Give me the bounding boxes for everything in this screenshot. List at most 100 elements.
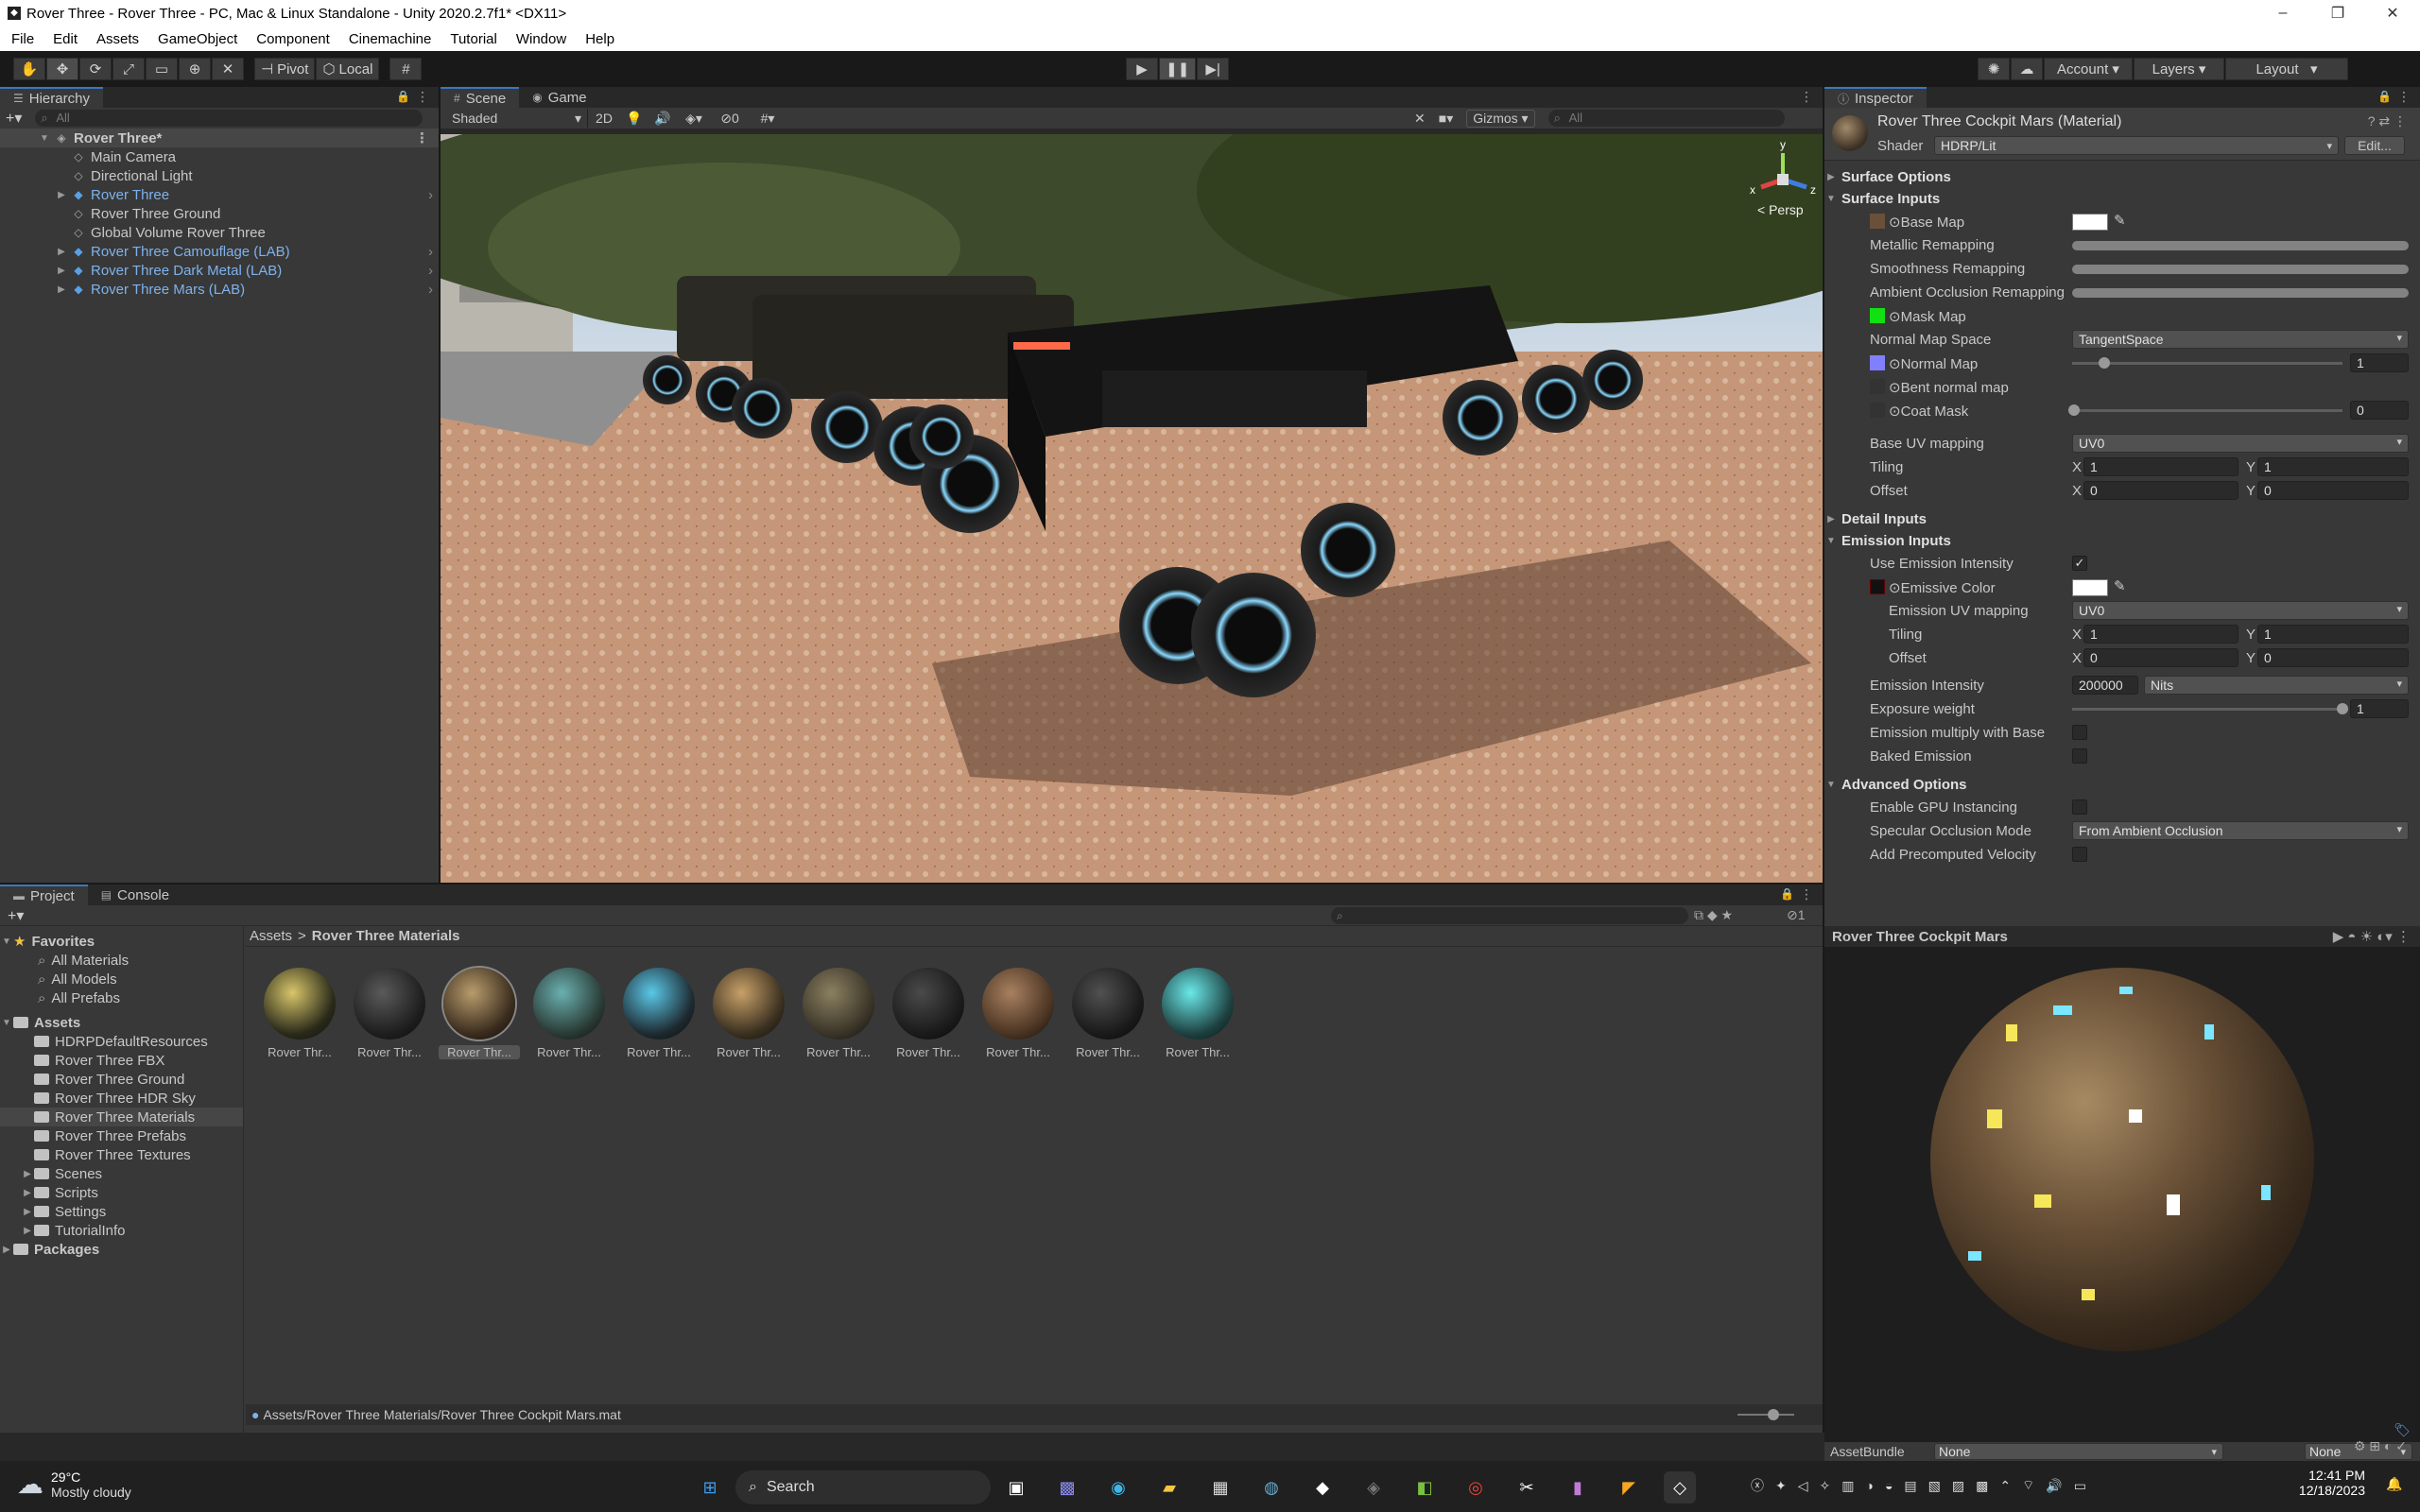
emission-tiling-x-field[interactable]: 1 (2083, 625, 2238, 644)
clipchamp-icon[interactable]: ▮ (1562, 1471, 1594, 1503)
add-icon[interactable]: +▾ (6, 109, 22, 128)
pivot-button[interactable]: ⊣ Pivot (254, 58, 316, 80)
favorite-item[interactable]: ⌕ All Models (0, 970, 243, 988)
folder-item[interactable]: ▶ TutorialInfo (0, 1221, 243, 1240)
tiling-x-field[interactable]: 1 (2083, 457, 2238, 476)
kebab-menu-icon[interactable]: ⋮ (2397, 89, 2411, 105)
emission-uv-dropdown[interactable]: UV0 (2072, 601, 2409, 620)
tab-console[interactable]: ▤ Console (88, 885, 182, 905)
battery-icon[interactable]: ▭ (2074, 1478, 2086, 1494)
taskbar-search[interactable]: ⌕ Search (735, 1470, 991, 1504)
weather-widget[interactable]: ☁ 29°C Mostly cloudy (17, 1469, 131, 1500)
persp-label[interactable]: < Persp (1757, 202, 1804, 217)
thumbnail-size-knob[interactable] (1768, 1409, 1779, 1420)
folder-item[interactable]: Rover Three Ground (0, 1070, 243, 1089)
advanced-options-foldout[interactable]: ▼ Advanced Options (1824, 774, 2420, 796)
tab-hierarchy[interactable]: ☰ Hierarchy (0, 87, 103, 108)
shader-dropdown[interactable]: HDRP/Lit (1934, 136, 2339, 155)
account-dropdown[interactable]: Account ▾ (2044, 58, 2133, 80)
tray-app-icon[interactable]: ▧ (1928, 1478, 1941, 1494)
folder-item[interactable]: ▶ Settings (0, 1202, 243, 1221)
favorites-row[interactable]: ▼ ★ Favorites (0, 932, 243, 951)
material-asset[interactable]: Rover Thr... (1157, 968, 1238, 1059)
metallic-slider[interactable] (2072, 241, 2409, 250)
folder-item[interactable]: ▶ Scenes (0, 1164, 243, 1183)
emission-intensity-field[interactable]: 200000 (2072, 676, 2138, 695)
collapsed-arrow-icon[interactable]: ▶ (55, 266, 68, 276)
use-emission-intensity-checkbox[interactable]: ✓ (2072, 556, 2087, 571)
folder-item[interactable]: Rover Three Prefabs (0, 1126, 243, 1145)
close-button[interactable]: ✕ (2365, 4, 2420, 23)
menu-help[interactable]: Help (574, 31, 622, 47)
xbox-icon[interactable]: ⓧ (1751, 1476, 1764, 1495)
hidden-packages-toggle[interactable]: ⊘1 (1787, 907, 1806, 923)
header-icons[interactable]: ? ⇄ ⋮ (2368, 113, 2407, 129)
grid-snap-icon[interactable]: # (389, 58, 423, 80)
exposure-weight-knob[interactable] (2337, 703, 2348, 714)
material-asset[interactable]: Rover Thr... (1067, 968, 1149, 1059)
smoothness-slider[interactable] (2072, 265, 2409, 274)
normal-scale-knob[interactable] (2099, 357, 2110, 369)
hidden-objects-toggle[interactable]: ⊘0 (711, 111, 749, 127)
breadcrumb-current[interactable]: Rover Three Materials (312, 928, 460, 944)
lock-icon[interactable]: 🔒 (2377, 90, 2392, 103)
custom-tool-icon[interactable]: ✕ (212, 58, 244, 80)
tiling-y-field[interactable]: 1 (2257, 457, 2409, 476)
scene-root-row[interactable]: ▼ ◈ Rover Three* ⋮ (0, 129, 439, 147)
base-color-swatch[interactable] (2072, 214, 2108, 231)
vs-icon[interactable]: ◁ (1798, 1478, 1808, 1494)
wifi-icon[interactable]: ⌔ (2022, 1477, 2034, 1494)
preview-controls[interactable]: ▶ ◓ ☀ ◐▾ ⋮ (2333, 928, 2411, 945)
clock[interactable]: 12:41 PM 12/18/2023 (2280, 1468, 2365, 1498)
collapsed-arrow-icon[interactable]: ▶ (55, 284, 68, 295)
globe-icon[interactable]: ◍ (1255, 1471, 1288, 1503)
hierarchy-item[interactable]: ▶ ◆ Rover Three Dark Metal (LAB) › (0, 261, 439, 280)
step-button[interactable]: ▶| (1197, 58, 1230, 80)
exposure-weight-slider[interactable] (2072, 708, 2342, 711)
tray-app-icon[interactable]: ✧ (1820, 1478, 1831, 1494)
effects-icon[interactable]: ◈▾ (677, 111, 711, 127)
tools-icon[interactable]: ✕ (1414, 111, 1426, 127)
material-asset[interactable]: Rover Thr... (259, 968, 340, 1059)
unity-taskbar-icon[interactable]: ◇ (1664, 1471, 1696, 1503)
exposure-weight-field[interactable]: 1 (2350, 699, 2409, 718)
tray-app-icon[interactable]: ✦ (1775, 1478, 1787, 1494)
bent-normal-thumbnail[interactable] (1870, 379, 1885, 394)
nvidia-icon[interactable]: ◧ (1409, 1471, 1441, 1503)
menu-component[interactable]: Component (245, 31, 337, 47)
hand-tool-icon[interactable]: ✋ (13, 58, 45, 80)
audio-icon[interactable]: 🔊 (648, 111, 677, 127)
mode-2d-button[interactable]: 2D (588, 111, 620, 126)
task-view-icon[interactable]: ▣ (1000, 1471, 1032, 1503)
favorite-item[interactable]: ⌕ All Materials (0, 951, 243, 970)
base-map-thumbnail[interactable] (1870, 214, 1885, 229)
scene-menu-icon[interactable]: ⋮ (1800, 89, 1813, 105)
menu-gameobject[interactable]: GameObject (147, 31, 245, 47)
lock-icon[interactable]: 🔒 (1780, 887, 1794, 901)
emissive-color-swatch[interactable] (2072, 579, 2108, 596)
breadcrumb-assets[interactable]: Assets (250, 928, 292, 944)
scene-menu-icon[interactable]: ⋮ (415, 129, 429, 146)
tab-scene[interactable]: # Scene (441, 87, 520, 108)
menu-file[interactable]: File (0, 31, 42, 47)
menu-tutorial[interactable]: Tutorial (439, 31, 504, 47)
cloud-icon[interactable]: ☁ (2011, 58, 2043, 80)
chevron-right-icon[interactable]: › (428, 244, 433, 260)
scene-search-input[interactable]: ⌕ All (1547, 110, 1785, 127)
edit-shader-button[interactable]: Edit... (2344, 136, 2405, 155)
chevron-right-icon[interactable]: › (428, 282, 433, 298)
hierarchy-search-input[interactable]: ⌕ All (35, 110, 424, 127)
gpu-instancing-checkbox[interactable] (2072, 799, 2087, 815)
emission-unit-dropdown[interactable]: Nits (2144, 676, 2409, 695)
folder-item[interactable]: Rover Three Textures (0, 1145, 243, 1164)
maximize-button[interactable]: ❐ (2310, 4, 2365, 23)
baked-emission-checkbox[interactable] (2072, 748, 2087, 764)
hierarchy-item[interactable]: ◇ Directional Light (0, 166, 439, 185)
pause-button[interactable]: ❚❚ (1159, 58, 1197, 80)
expand-icon[interactable]: ▼ (38, 133, 51, 144)
menu-edit[interactable]: Edit (42, 31, 85, 47)
rect-tool-icon[interactable]: ▭ (146, 58, 178, 80)
snip-icon[interactable]: ✂ (1511, 1471, 1543, 1503)
file-explorer-icon[interactable]: ▰ (1153, 1471, 1185, 1503)
material-asset[interactable]: Rover Thr... (977, 968, 1059, 1059)
